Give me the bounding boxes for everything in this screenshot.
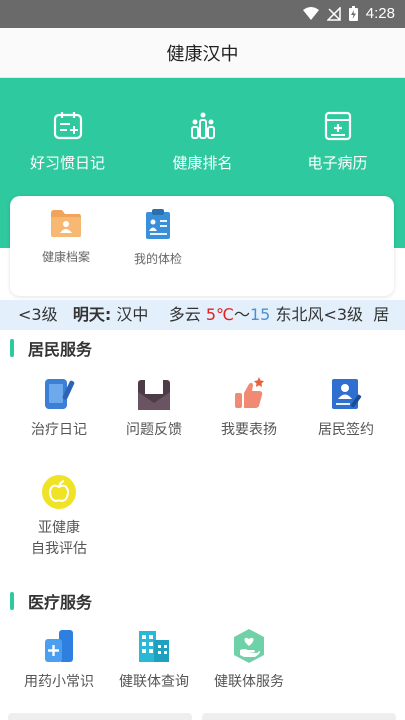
title-bar: 健康汉中 <box>0 28 405 78</box>
weather-tomorrow-label: 明天: <box>72 305 112 324</box>
battery-icon <box>348 6 358 21</box>
card-my-checkup[interactable]: 我的体检 <box>118 208 198 267</box>
section-accent-bar <box>10 592 14 610</box>
weather-text: <3级 明天: 汉中 多云 5℃～15 东北风<3级 居 <box>18 300 389 330</box>
grid-label: 居民签约 <box>318 422 374 438</box>
weather-tail: 居 <box>373 305 390 324</box>
status-icons: 4:28 <box>302 5 395 22</box>
grid-label: 问题反馈 <box>126 422 182 438</box>
grid-treatment-diary[interactable]: 治疗日记 <box>9 376 109 441</box>
card-label: 我的体检 <box>133 252 182 266</box>
nav-label: 好习惯日记 <box>29 154 105 172</box>
weather-wind: 东北风<3级 <box>275 305 364 324</box>
medical-record-icon <box>324 111 351 141</box>
weather-prefix: <3级 <box>18 305 58 324</box>
contract-sign-icon <box>332 379 362 409</box>
weather-temp-low: 15 <box>250 305 271 324</box>
clipboard-icon <box>146 209 170 239</box>
building-icon <box>139 631 169 662</box>
weather-city: 汉中 <box>116 305 149 324</box>
grid-label: 用药小常识 <box>24 674 94 690</box>
page-title: 健康汉中 <box>166 43 239 65</box>
grid-alliance-query[interactable]: 健联体查询 <box>104 628 204 693</box>
wifi-icon <box>302 6 319 20</box>
nav-electronic-medical-record[interactable]: 电子病历 <box>270 110 405 173</box>
grid-praise[interactable]: 我要表扬 <box>199 376 299 441</box>
grid-subhealth-assessment[interactable]: 亚健康 自我评估 <box>9 474 109 560</box>
next-card-left <box>8 713 192 720</box>
nav-good-habit-diary[interactable]: 好习惯日记 <box>0 110 135 173</box>
weather-temp-high: 5℃ <box>205 305 234 324</box>
card-health-record[interactable]: 健康档案 <box>26 208 106 265</box>
grid-label-line2: 自我评估 <box>31 541 87 557</box>
grid-alliance-service[interactable]: 健联体服务 <box>199 628 299 693</box>
grid-resident-contract[interactable]: 居民签约 <box>296 376 396 441</box>
ranking-icon <box>190 112 215 139</box>
card-label: 健康档案 <box>41 250 90 264</box>
hand-heart-icon <box>234 629 264 663</box>
quick-card: 健康档案 我的体检 <box>10 196 394 296</box>
nav-health-ranking[interactable]: 健康排名 <box>135 110 270 173</box>
weather-ticker: <3级 明天: 汉中 多云 5℃～15 东北风<3级 居 <box>0 300 405 330</box>
apple-icon <box>42 475 76 509</box>
section-title: 医疗服务 <box>28 593 93 612</box>
grid-label-line1: 亚健康 <box>38 520 80 536</box>
status-time: 4:28 <box>365 5 395 22</box>
grid-label: 健联体服务 <box>214 674 284 690</box>
no-signal-icon <box>326 6 341 21</box>
status-bar: 4:28 <box>0 0 405 28</box>
next-card-right <box>202 713 396 720</box>
grid-problem-feedback[interactable]: 问题反馈 <box>104 376 204 441</box>
diary-icon <box>53 112 82 140</box>
nav-label: 健康排名 <box>172 154 233 172</box>
grid-label: 我要表扬 <box>221 422 277 438</box>
nav-label: 电子病历 <box>307 154 368 172</box>
thumbs-up-icon <box>235 377 264 408</box>
folder-icon <box>51 210 81 237</box>
top-nav: 好习惯日记 健康排名 电子病历 <box>0 110 405 173</box>
mail-open-icon <box>138 380 170 410</box>
grid-label: 健联体查询 <box>119 674 189 690</box>
grid-label: 治疗日记 <box>31 422 87 438</box>
medicine-icon <box>45 630 73 662</box>
grid-medication-tips[interactable]: 用药小常识 <box>9 628 109 693</box>
tablet-pen-icon <box>45 379 75 409</box>
resident-services-header: 居民服务 <box>10 338 210 359</box>
weather-condition: 多云 <box>168 305 201 324</box>
medical-services-header: 医疗服务 <box>10 591 210 612</box>
weather-tilde: ～ <box>233 305 250 324</box>
section-accent-bar <box>10 339 14 357</box>
section-title: 居民服务 <box>28 340 93 359</box>
